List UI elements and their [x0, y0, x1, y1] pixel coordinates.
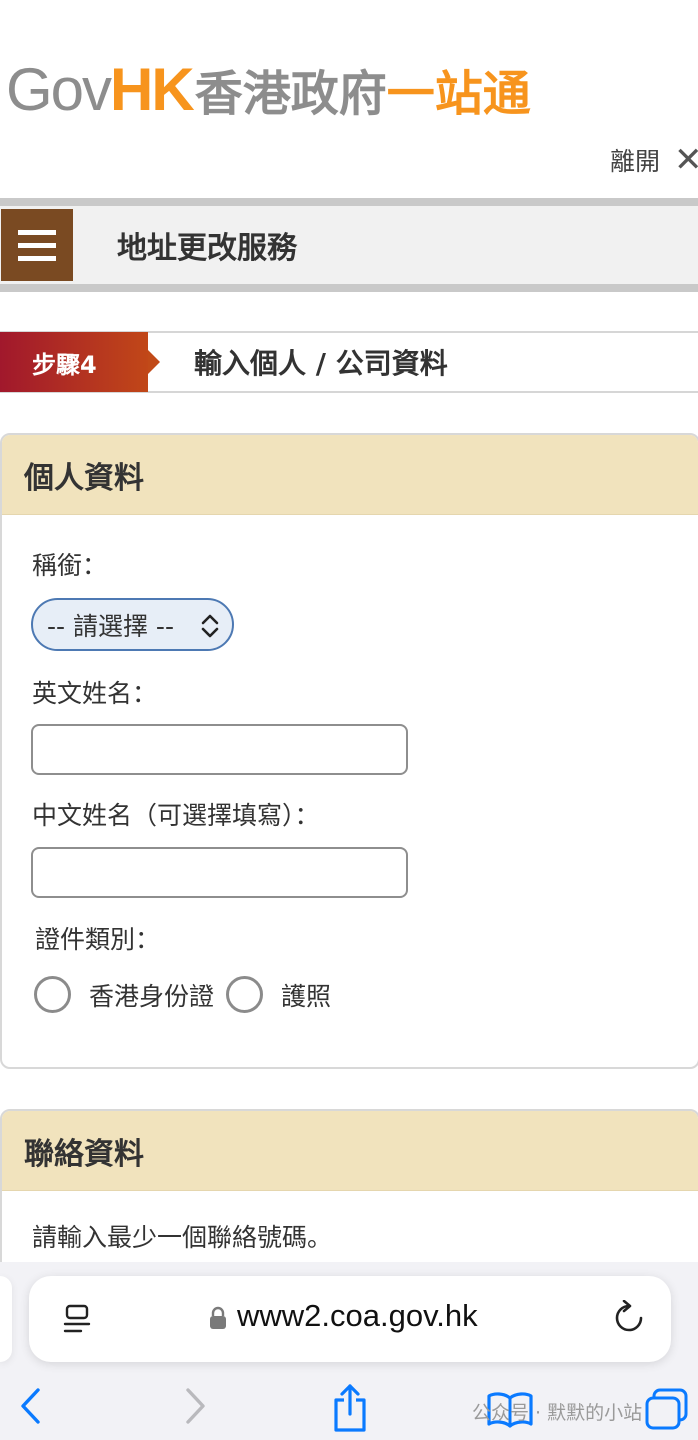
- passport-radio-label[interactable]: 護照: [281, 977, 331, 1013]
- contact-info-header: 聯絡資料: [2, 1111, 698, 1191]
- contact-hint: 請輸入最少一個聯絡號碼。: [32, 1223, 333, 1252]
- title-label: 稱銜：: [32, 551, 108, 580]
- step-indicator: 步驟4 輸入個人 / 公司資料: [0, 331, 698, 393]
- personal-info-header: 個人資料: [2, 435, 698, 515]
- page-menu-icon[interactable]: [63, 1304, 91, 1334]
- govhk-logo[interactable]: Gov HK 香港政府 一站通: [6, 56, 531, 123]
- exit-button[interactable]: 離開 ✕: [610, 142, 698, 178]
- logo-gov-text: Gov: [6, 55, 112, 123]
- english-name-label: 英文姓名：: [32, 679, 158, 708]
- close-icon: ✕: [674, 143, 698, 177]
- chinese-name-input[interactable]: [31, 847, 408, 898]
- service-title: 地址更改服務: [117, 231, 297, 266]
- passport-radio[interactable]: [226, 976, 264, 1013]
- title-select-value: -- 請選擇 --: [47, 611, 174, 641]
- contact-info-heading: 聯絡資料: [24, 1136, 144, 1172]
- personal-info-heading: 個人資料: [24, 460, 144, 496]
- exit-label: 離開: [609, 147, 660, 176]
- step-number: 步驟4: [32, 350, 97, 379]
- chevron-updown-icon: [200, 613, 220, 639]
- address-bar[interactable]: www2.coa.gov.hk: [29, 1276, 671, 1362]
- hamburger-menu-icon[interactable]: [1, 209, 73, 281]
- step-badge: 步驟4: [0, 332, 160, 392]
- service-bar: 地址更改服務: [0, 198, 698, 292]
- forward-icon[interactable]: [182, 1386, 208, 1426]
- logo-chinese-gray: 香港政府: [194, 66, 387, 122]
- logo-chinese-orange: 一站通: [386, 66, 531, 122]
- url-text: www2.coa.gov.hk: [237, 1298, 478, 1333]
- chinese-name-label: 中文姓名（可選擇填寫）：: [32, 801, 320, 830]
- lock-icon: [210, 1306, 226, 1329]
- tabs-icon[interactable]: [644, 1388, 690, 1432]
- id-type-label: 證件類別：: [35, 925, 161, 954]
- hkid-radio-label[interactable]: 香港身份證: [89, 977, 214, 1013]
- logo-hk-text: HK: [110, 55, 195, 123]
- share-icon[interactable]: [330, 1382, 370, 1434]
- title-select[interactable]: -- 請選擇 --: [31, 598, 234, 651]
- hkid-radio[interactable]: [34, 976, 71, 1013]
- step-title: 輸入個人 / 公司資料: [194, 347, 448, 380]
- english-name-input[interactable]: [31, 724, 408, 775]
- back-icon[interactable]: [18, 1386, 44, 1426]
- watermark-text: 公众号 · 默默的小站: [472, 1402, 643, 1424]
- previous-tab-edge[interactable]: [0, 1276, 12, 1362]
- reload-icon[interactable]: [613, 1300, 645, 1336]
- id-type-radio-group: 香港身份證 護照: [34, 976, 343, 1013]
